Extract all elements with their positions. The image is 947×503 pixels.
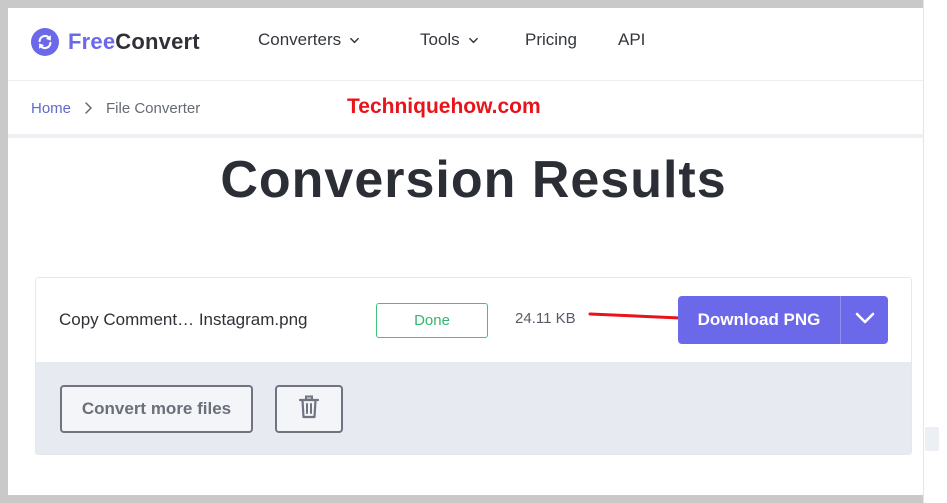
- nav-tools-label: Tools: [420, 30, 460, 49]
- download-button-group: Download PNG: [678, 296, 888, 344]
- logo[interactable]: FreeConvert: [31, 28, 200, 56]
- download-options-toggle[interactable]: [840, 296, 888, 344]
- chevron-down-icon: [854, 311, 876, 330]
- chevron-right-icon: [83, 101, 93, 115]
- result-row: Copy Comment… Instagram.png Done 24.11 K…: [36, 278, 911, 362]
- breadcrumb-current: File Converter: [106, 100, 201, 117]
- chevron-down-icon: [468, 35, 479, 46]
- nav-api[interactable]: API: [618, 30, 645, 50]
- watermark-text: Techniquehow.com: [347, 95, 541, 118]
- trash-icon: [298, 395, 320, 424]
- status-badge: Done: [376, 303, 488, 338]
- convert-more-files-button[interactable]: Convert more files: [60, 385, 253, 433]
- logo-text: FreeConvert: [68, 29, 200, 55]
- file-size: 24.11 KB: [515, 310, 576, 327]
- scrollbar-thumb[interactable]: [925, 427, 939, 451]
- breadcrumb-home-link[interactable]: Home: [31, 100, 71, 117]
- page-title: Conversion Results: [220, 151, 727, 209]
- chevron-down-icon: [349, 35, 360, 46]
- conversion-result-card: Copy Comment… Instagram.png Done 24.11 K…: [35, 277, 912, 455]
- nav-converters-label: Converters: [258, 30, 342, 49]
- download-button[interactable]: Download PNG: [678, 296, 840, 344]
- breadcrumb: Home File Converter Techniquehow.com: [8, 82, 923, 138]
- logo-text-convert: Convert: [115, 29, 200, 54]
- card-actions: Convert more files: [36, 362, 911, 454]
- nav-tools[interactable]: Tools: [420, 30, 479, 50]
- nav-api-label: API: [618, 30, 646, 49]
- nav-pricing-label: Pricing: [525, 30, 577, 49]
- delete-button[interactable]: [275, 385, 343, 433]
- refresh-icon: [31, 28, 59, 56]
- nav-pricing[interactable]: Pricing: [525, 30, 577, 50]
- top-header: FreeConvert Converters Tools Pricing API: [8, 8, 923, 81]
- nav-converters[interactable]: Converters: [258, 30, 360, 50]
- file-name: Copy Comment… Instagram.png: [59, 310, 308, 329]
- logo-text-free: Free: [68, 29, 116, 54]
